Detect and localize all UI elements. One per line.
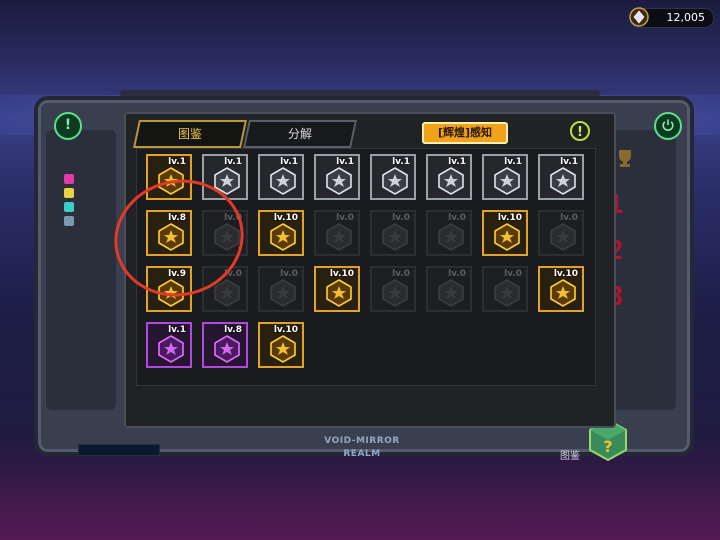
star-burst-icon	[438, 167, 464, 195]
item-tile[interactable]: lv.1	[314, 154, 360, 200]
led-light	[64, 188, 74, 198]
item-tile[interactable]: lv.1	[146, 322, 192, 368]
tab-collection-label: 图鉴	[177, 127, 202, 141]
spider-icon	[382, 223, 408, 251]
star-badge-icon	[550, 167, 576, 195]
item-tile[interactable]: lv.10	[482, 210, 528, 256]
item-level: lv.0	[280, 269, 298, 279]
item-tile[interactable]: lv.1	[258, 154, 304, 200]
orb-icon	[382, 279, 408, 307]
shield-crest-icon	[326, 167, 352, 195]
running-figure-icon	[382, 167, 408, 195]
item-level: lv.0	[448, 213, 466, 223]
hex-star-icon	[326, 223, 352, 251]
item-level: lv.10	[497, 213, 522, 223]
item-tile[interactable]: lv.0	[314, 210, 360, 256]
item-level: lv.10	[553, 269, 578, 279]
item-tile[interactable]: lv.1	[538, 154, 584, 200]
item-tile[interactable]: lv.8	[202, 322, 248, 368]
currency-display: 12,005	[629, 7, 714, 28]
spike-crown-icon	[438, 223, 464, 251]
led-light	[64, 216, 74, 226]
machine-slot	[78, 444, 160, 456]
fist-ring-icon	[494, 223, 520, 251]
item-tile[interactable]: lv.0	[370, 210, 416, 256]
item-tile[interactable]: lv.10	[258, 322, 304, 368]
ring-icon	[438, 279, 464, 307]
info-icon[interactable]: !	[570, 121, 590, 141]
item-level: lv.0	[448, 269, 466, 279]
item-level: lv.10	[273, 325, 298, 335]
bottom-tab-label[interactable]: 图鉴	[560, 447, 580, 462]
item-level: lv.0	[504, 269, 522, 279]
trophy-icon	[619, 150, 631, 167]
item-level: lv.1	[168, 325, 186, 335]
item-tile[interactable]: lv.10	[314, 266, 360, 312]
item-tile[interactable]: lv.0	[258, 266, 304, 312]
radiant-star-icon	[326, 279, 352, 307]
tab-decompose-label: 分解	[287, 127, 312, 141]
fish-cross-icon	[550, 279, 576, 307]
item-level: lv.1	[448, 157, 466, 167]
item-level: lv.8	[224, 325, 242, 335]
lightning-fist-icon	[270, 167, 296, 195]
beast-crest-icon	[270, 335, 296, 363]
hex-crest-icon	[158, 335, 184, 363]
item-level: lv.0	[392, 213, 410, 223]
filter-button[interactable]: [辉煌]感知	[422, 122, 508, 144]
item-tile[interactable]: lv.0	[370, 266, 416, 312]
item-tile[interactable]: lv.10	[538, 266, 584, 312]
led-light	[64, 174, 74, 184]
item-level: lv.0	[392, 269, 410, 279]
machine-label-line2: REALM	[343, 449, 381, 459]
machine-label: VOID-MIRROR REALM	[312, 435, 412, 461]
led-light	[64, 202, 74, 212]
item-level: lv.1	[280, 157, 298, 167]
machine-left-panel	[46, 130, 116, 410]
item-tile[interactable]: lv.1	[370, 154, 416, 200]
snowflake-icon	[494, 279, 520, 307]
item-tile[interactable]: lv.0	[426, 266, 472, 312]
item-tile[interactable]: lv.0	[538, 210, 584, 256]
item-level: lv.1	[224, 157, 242, 167]
item-level: lv.1	[336, 157, 354, 167]
item-level: lv.10	[329, 269, 354, 279]
item-tile[interactable]: lv.1	[426, 154, 472, 200]
tab-decompose[interactable]: 分解	[243, 120, 357, 148]
item-tile[interactable]: lv.0	[426, 210, 472, 256]
lightning-ring-icon	[270, 223, 296, 251]
alert-button[interactable]: !	[54, 112, 82, 140]
power-icon	[662, 119, 674, 131]
item-tile[interactable]: lv.1	[482, 154, 528, 200]
item-level: lv.0	[560, 213, 578, 223]
item-level: lv.1	[560, 157, 578, 167]
item-level: lv.1	[168, 157, 186, 167]
currency-amount: 12,005	[666, 11, 706, 24]
item-tile[interactable]: lv.0	[482, 266, 528, 312]
machine-label-line1: VOID-MIRROR	[324, 436, 400, 446]
tab-collection[interactable]: 图鉴	[133, 120, 247, 148]
swirl-icon	[494, 167, 520, 195]
power-button[interactable]	[654, 112, 682, 140]
item-tile[interactable]: lv.10	[258, 210, 304, 256]
svg-text:?: ?	[603, 437, 612, 456]
item-level: lv.10	[273, 213, 298, 223]
item-level: lv.1	[392, 157, 410, 167]
mask-icon	[550, 223, 576, 251]
hex-crest-icon	[214, 335, 240, 363]
item-level: lv.1	[504, 157, 522, 167]
flame-icon	[270, 279, 296, 307]
item-level: lv.0	[336, 213, 354, 223]
gem-coin-icon	[629, 7, 649, 27]
